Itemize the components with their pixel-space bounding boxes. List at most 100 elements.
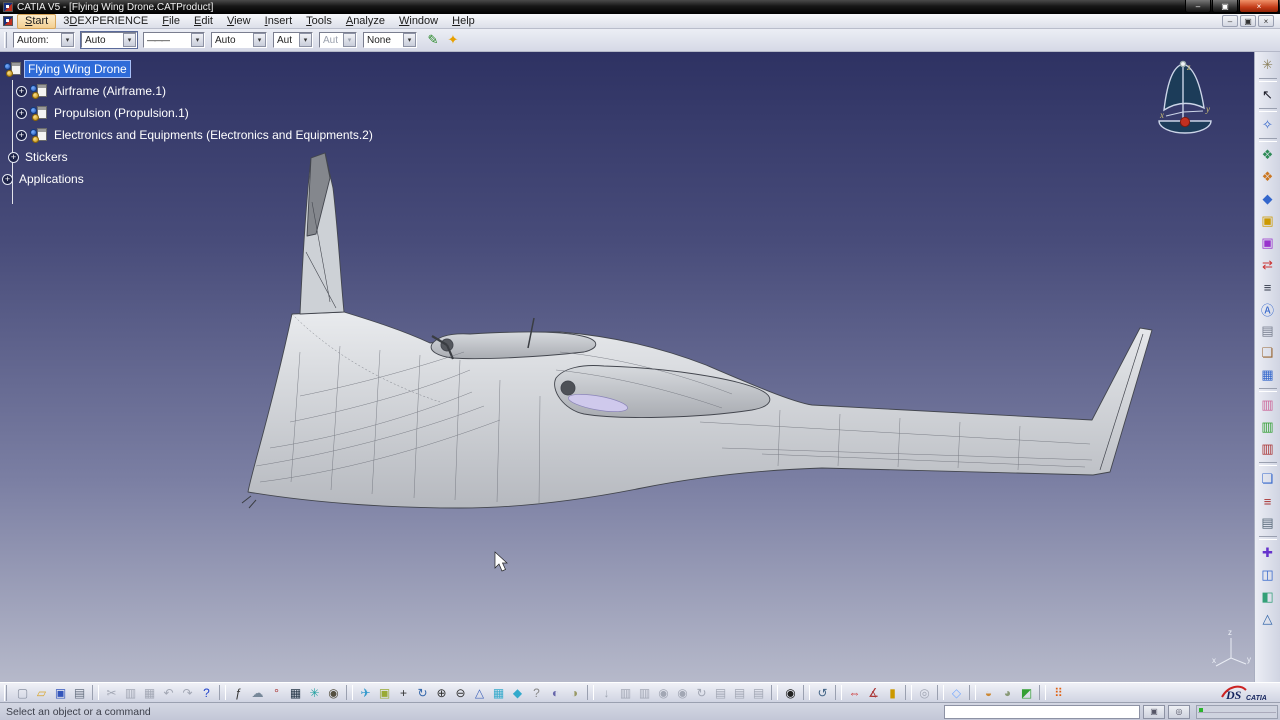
shading-button[interactable]: ◐ [546,684,565,702]
mdi-restore-button[interactable]: ▣ [1240,15,1256,27]
look-at-button[interactable]: ↓ [597,684,616,702]
existing-component-positioned-tool[interactable]: ▣ [1258,233,1278,253]
eject-sheet-button[interactable]: ▤ [749,684,768,702]
product-graph-tool[interactable]: ❏ [1258,469,1278,489]
update-all-button[interactable]: ↻ [692,684,711,702]
dropdown-render-style[interactable]: Aut ▾ [319,32,357,48]
pan-button[interactable]: + [394,684,413,702]
measure-between-button[interactable]: ⇔ [845,684,864,702]
chevron-down-icon[interactable]: ▾ [123,33,136,47]
menu-help[interactable]: Help [445,14,482,29]
tree-expander-icon[interactable]: + [16,86,27,97]
generate-numbering-tool[interactable]: Ⓐ [1258,299,1278,319]
update-sheet-b-button[interactable]: ▤ [730,684,749,702]
open-button[interactable]: ▱ [32,684,51,702]
save-button[interactable]: ▣ [51,684,70,702]
undo-button[interactable]: ↶ [159,684,178,702]
instant-print-button[interactable]: ↺ [813,684,832,702]
smart-move-tool[interactable]: ◧ [1258,587,1278,607]
minimize-button[interactable]: – [1185,0,1211,13]
comment-button[interactable]: ☁ [248,684,267,702]
tree-item-root[interactable]: + Flying Wing Drone [0,58,376,80]
lock-button[interactable]: ◉ [324,684,343,702]
mdi-minimize-button[interactable]: – [1222,15,1238,27]
import-tool[interactable]: ▥ [1258,417,1278,437]
new-document-button[interactable]: ▢ [13,684,32,702]
tree-expander-icon[interactable]: + [16,130,27,141]
unlock-selected-button[interactable]: ◉ [673,684,692,702]
dropdown-line-weight[interactable]: Auto ▾ [211,32,267,48]
cut-button[interactable]: ✂ [102,684,121,702]
compass[interactable]: x y z [1159,61,1211,133]
graphic-wizard-icon[interactable]: ✦ [443,31,463,49]
toolbar-drag-handle[interactable] [4,32,7,48]
spiral-curve-button[interactable]: ◎ [915,684,934,702]
texture-button[interactable]: ◩ [1017,684,1036,702]
tree-item-stickers[interactable]: + Stickers [0,146,376,168]
chevron-down-icon[interactable]: ▾ [299,33,312,47]
export-tool[interactable]: ▥ [1258,439,1278,459]
camera-snapshot-button[interactable]: ◉ [781,684,800,702]
graphic-painter-icon[interactable]: ✎ [423,31,443,49]
zoom-in-button[interactable]: ⊕ [432,684,451,702]
knowledge-button[interactable]: ° [267,684,286,702]
paint-button[interactable]: ◕ [998,684,1017,702]
customize-grid-button[interactable]: ⠿ [1049,684,1068,702]
view-mode-help-button[interactable]: ? [527,684,546,702]
chevron-down-icon[interactable]: ▾ [253,33,266,47]
lock-selected-button[interactable]: ◉ [654,684,673,702]
menu-3dexperience[interactable]: 3DEXPERIENCE [56,14,155,29]
print-button[interactable]: ▤ [70,684,89,702]
dropdown-layer[interactable]: None ▾ [363,32,417,48]
replace-component-tool[interactable]: ⇄ [1258,255,1278,275]
paste-special-tool[interactable]: ▥ [1258,395,1278,415]
menu-start[interactable]: Start [17,14,56,29]
dropdown-point-symbol[interactable]: Aut ▾ [273,32,313,48]
paste-button[interactable]: ▦ [140,684,159,702]
new-product-tool[interactable]: ❖ [1258,167,1278,187]
share-button[interactable]: ✳ [305,684,324,702]
power-input[interactable] [944,705,1140,719]
menu-edit[interactable]: Edit [187,14,220,29]
close-button[interactable]: × [1239,0,1279,13]
rotate-button[interactable]: ↻ [413,684,432,702]
menu-tools[interactable]: Tools [299,14,339,29]
drone-model[interactable] [242,153,1152,508]
macro-indicator-button[interactable]: ◎ [1168,705,1190,719]
tree-item-propulsion[interactable]: + Propulsion (Propulsion.1) [0,102,376,124]
viewport-3d[interactable]: x y z x y z [0,52,1254,682]
tree-expander-icon[interactable]: + [16,108,27,119]
explode-tool[interactable]: △ [1258,609,1278,629]
open-catalog-button[interactable]: ▥ [616,684,635,702]
catia-app-icon[interactable] [3,2,13,12]
zoom-out-button[interactable]: ⊖ [451,684,470,702]
update-sheet-a-button[interactable]: ▤ [711,684,730,702]
document-icon[interactable] [3,16,13,26]
copy-button[interactable]: ▥ [121,684,140,702]
manage-representations-tool[interactable]: ❏ [1258,343,1278,363]
catalog-browser-button[interactable]: ▥ [635,684,654,702]
doc-window-button[interactable]: ▣ [1143,705,1165,719]
chevron-down-icon[interactable]: ▾ [61,33,74,47]
menu-file[interactable]: File [155,14,187,29]
tree-item-applications[interactable]: + Applications [0,168,376,190]
existing-component-tool[interactable]: ▣ [1258,211,1278,231]
menu-analyze[interactable]: Analyze [339,14,392,29]
tree-item-electronics[interactable]: + Electronics and Equipments (Electronic… [0,124,376,146]
chevron-down-icon[interactable]: ▾ [403,33,416,47]
manipulation-tool[interactable]: ✚ [1258,543,1278,563]
wireframe-button[interactable]: ◇ [947,684,966,702]
snap-tool[interactable]: ◫ [1258,565,1278,585]
design-table-button[interactable]: ▦ [286,684,305,702]
workbench-icon[interactable]: ✳ [1258,55,1278,75]
menu-window[interactable]: Window [392,14,445,29]
quick-view-button[interactable]: ▦ [489,684,508,702]
list-report-tool[interactable]: ▤ [1258,513,1278,533]
measure-inertia-button[interactable]: ▮ [883,684,902,702]
bill-of-material-tool[interactable]: ≡ [1258,491,1278,511]
new-component-tool[interactable]: ❖ [1258,145,1278,165]
selective-load-tool[interactable]: ▤ [1258,321,1278,341]
normal-view-button[interactable]: △ [470,684,489,702]
new-part-tool[interactable]: ◆ [1258,189,1278,209]
fit-all-in-button[interactable]: ▣ [375,684,394,702]
